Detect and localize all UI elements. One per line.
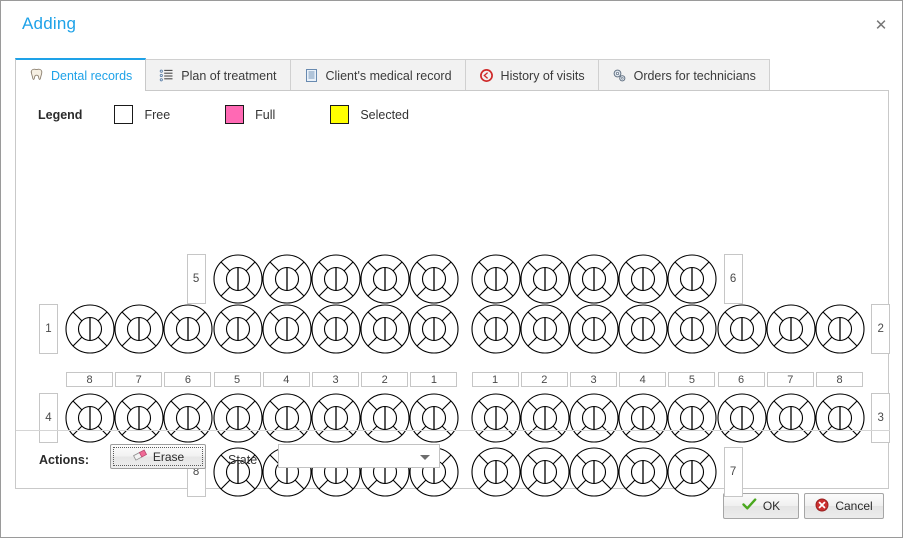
actions-bar: Actions: Erase State — [16, 430, 890, 491]
tooth-number-right-1: 1 — [471, 372, 519, 387]
dental-records-panel: Legend Free Full Selected 56124387876543… — [15, 90, 891, 497]
erase-label: Erase — [152, 449, 185, 464]
tooth-number-right-2: 2 — [520, 372, 568, 387]
tooth-number-right-7: 7 — [766, 372, 814, 387]
erase-button[interactable]: Erase — [110, 444, 206, 469]
tooth-upper-permanent-right-2[interactable] — [520, 304, 570, 354]
tooth-upper-permanent-left-1[interactable] — [409, 304, 459, 354]
actions-label: Actions: — [39, 453, 89, 467]
tooth-upper-permanent-right-6[interactable] — [717, 304, 767, 354]
quadrant-label-upper-primary-right: 6 — [723, 254, 743, 304]
tooth-number-left-6: 6 — [164, 372, 212, 387]
tooth-upper-permanent-left-4[interactable] — [262, 304, 312, 354]
tab-label: Dental records — [51, 68, 133, 83]
tooth-number-right-8: 8 — [816, 372, 863, 387]
check-icon — [742, 498, 757, 514]
quadrant-label-upper-permanent-left: 1 — [39, 304, 58, 354]
title-bar: Adding ✕ — [1, 1, 902, 48]
tooth-upper-primary-right-3[interactable] — [569, 254, 619, 304]
eraser-icon — [132, 448, 148, 465]
tooth-number-left-3: 3 — [312, 372, 359, 387]
page-title: Adding — [22, 14, 77, 33]
tooth-number-right-3: 3 — [570, 372, 617, 387]
tooth-upper-permanent-left-5[interactable] — [213, 304, 263, 354]
tooth-upper-primary-left-1[interactable] — [409, 254, 459, 304]
close-icon[interactable]: ✕ — [870, 15, 892, 37]
tab-label: Client's medical record — [325, 68, 452, 83]
tab-history-of-visits[interactable]: History of visits — [464, 59, 599, 91]
cancel-button[interactable]: Cancel — [804, 493, 884, 519]
tooth-number-left-1: 1 — [410, 372, 458, 387]
tab-dental-records[interactable]: Dental records — [15, 58, 147, 91]
tooth-number-right-4: 4 — [619, 372, 667, 387]
tooth-number-right-6: 6 — [717, 372, 765, 387]
chevron-down-icon — [420, 455, 430, 460]
tooth-number-left-5: 5 — [213, 372, 261, 387]
tab-clients-medical-record[interactable]: Client's medical record — [289, 59, 466, 91]
tab-label: History of visits — [500, 68, 585, 83]
tooth-upper-permanent-left-8[interactable] — [65, 304, 115, 354]
state-dropdown[interactable] — [278, 444, 440, 468]
dental-records-dialog: Adding ✕ Dental records Plan of treatmen… — [0, 0, 903, 538]
tooth-upper-primary-left-5[interactable] — [213, 254, 263, 304]
tooth-upper-primary-right-1[interactable] — [471, 254, 521, 304]
history-icon — [479, 68, 494, 83]
quadrant-label-upper-primary-left: 5 — [186, 254, 206, 304]
tooth-number-right-5: 5 — [668, 372, 716, 387]
quadrant-label-upper-permanent-right: 2 — [871, 304, 891, 354]
tooth-upper-primary-right-5[interactable] — [667, 254, 717, 304]
tooth-upper-permanent-left-6[interactable] — [163, 304, 213, 354]
tooth-upper-primary-right-4[interactable] — [618, 254, 668, 304]
tooth-upper-permanent-left-2[interactable] — [360, 304, 410, 354]
tab-label: Plan of treatment — [181, 68, 277, 83]
tooth-upper-permanent-right-3[interactable] — [569, 304, 619, 354]
tooth-icon — [29, 68, 44, 83]
tooth-upper-permanent-right-1[interactable] — [471, 304, 521, 354]
tooth-upper-primary-left-4[interactable] — [262, 254, 312, 304]
ok-label: OK — [762, 499, 781, 513]
tooth-upper-permanent-right-8[interactable] — [815, 304, 865, 354]
tooth-number-left-7: 7 — [115, 372, 163, 387]
tooth-number-left-2: 2 — [361, 372, 409, 387]
cancel-label: Cancel — [835, 499, 873, 513]
cancel-icon — [815, 498, 829, 515]
tooth-number-left-8: 8 — [66, 372, 113, 387]
tab-label: Orders for technicians — [633, 68, 756, 83]
tooth-upper-primary-left-2[interactable] — [360, 254, 410, 304]
list-icon — [159, 68, 174, 83]
tooth-number-left-4: 4 — [262, 372, 310, 387]
tooth-upper-permanent-left-7[interactable] — [114, 304, 164, 354]
tooth-upper-permanent-right-7[interactable] — [766, 304, 816, 354]
tooth-upper-permanent-right-5[interactable] — [667, 304, 717, 354]
tab-strip: Dental records Plan of treatment Client'… — [15, 58, 770, 91]
tab-orders-for-technicians[interactable]: Orders for technicians — [597, 59, 770, 91]
tooth-upper-permanent-left-3[interactable] — [311, 304, 361, 354]
tooth-upper-primary-right-2[interactable] — [520, 254, 570, 304]
tooth-upper-permanent-right-4[interactable] — [618, 304, 668, 354]
state-label: State — [228, 453, 258, 467]
document-icon — [304, 68, 319, 83]
tooth-upper-primary-left-3[interactable] — [311, 254, 361, 304]
gears-icon — [612, 68, 627, 83]
tab-plan-of-treatment[interactable]: Plan of treatment — [145, 59, 291, 91]
